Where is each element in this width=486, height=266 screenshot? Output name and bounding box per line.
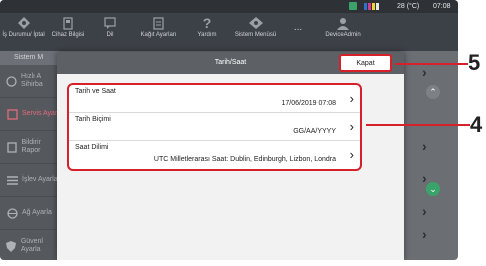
nav-language[interactable]: Dil — [89, 13, 131, 51]
function-icon — [6, 174, 18, 186]
scroll-up-icon[interactable]: ⌃ — [426, 85, 440, 99]
nav-help[interactable]: ? Yardım — [186, 13, 228, 51]
nav-system-menu[interactable]: Sistem Menüsü — [228, 13, 283, 51]
sidebar-item-network[interactable]: Ağ Ayarla — [0, 197, 60, 230]
row-value: 17/06/2019 07:08 — [281, 100, 337, 107]
sidebar-item-label: Güvenl Ayarla — [20, 238, 43, 253]
sidebar-item-function[interactable]: İşlev Ayarla — [0, 164, 60, 197]
service-icon — [6, 108, 18, 120]
scroll-down-icon[interactable]: ⌄ — [426, 182, 440, 196]
list-item-date-time[interactable]: Tarih ve Saat 17/06/2019 07:08 › — [69, 85, 360, 113]
paper-settings-icon — [152, 16, 166, 30]
chevron-right-icon[interactable]: › — [422, 203, 432, 219]
toner-level-icon — [364, 3, 379, 10]
nav-label: Dil — [106, 32, 114, 38]
nav-device-info[interactable]: Cihaz Bilgisi — [47, 13, 89, 51]
nav-label: İş Durumu/ İptal — [2, 32, 45, 38]
row-label: Saat Dilimi — [75, 144, 109, 151]
callout-number: 4 — [470, 112, 483, 137]
status-bar: 28 (°C) 07:08 — [0, 0, 458, 13]
row-value: GG/AA/YYYY — [293, 128, 336, 135]
temperature-readout: 28 (°C) — [397, 3, 420, 10]
sidebar-item-quick-setup[interactable]: Hızlı A Sihirba — [0, 65, 60, 98]
nav-job-status[interactable]: İş Durumu/ İptal — [0, 13, 47, 51]
list-item-time-zone[interactable]: Saat Dilimi UTC Milletlerarası Saat: Dub… — [69, 141, 360, 169]
top-navigation: İş Durumu/ İptal Cihaz Bilgisi Dil Kağıt… — [0, 13, 458, 51]
language-icon — [103, 16, 117, 30]
device-screen: 28 (°C) 07:08 İş Durumu/ İptal Cihaz Bil… — [0, 0, 458, 260]
sidebar: Sistem M Hızlı A Sihirba Servis Ayarı Bi… — [0, 51, 60, 260]
network-icon — [6, 207, 18, 219]
chevron-right-icon: › — [349, 119, 354, 134]
row-label: Tarih Biçimi — [75, 116, 111, 123]
wizard-icon — [6, 75, 17, 87]
chevron-right-icon: › — [349, 91, 354, 106]
sidebar-item-label: Bildirir Rapor — [21, 139, 41, 154]
user-icon — [336, 16, 350, 30]
nav-label: Cihaz Bilgisi — [51, 32, 85, 38]
sidebar-item-label: Servis Ayarı — [22, 110, 60, 117]
date-time-dialog: Tarih/Saat Kapat Tarih ve Saat 17/06/201… — [57, 52, 404, 260]
system-menu-icon — [248, 16, 263, 30]
more-icon: ... — [293, 22, 303, 33]
nav-label: Yardım — [197, 32, 217, 38]
nav-label: Kağıt Ayarları — [140, 32, 177, 38]
sidebar-item-label: Ağ Ayarla — [22, 209, 52, 216]
close-button[interactable]: Kapat — [339, 54, 392, 72]
clock: 07:08 — [433, 3, 451, 10]
callout-number: 5 — [468, 50, 481, 75]
sidebar-item-service[interactable]: Servis Ayarı — [0, 98, 60, 131]
callout-line — [395, 63, 468, 65]
dialog-header: Tarih/Saat Kapat — [57, 52, 404, 74]
report-icon — [6, 141, 17, 153]
nav-more[interactable]: ... — [283, 13, 313, 51]
job-status-icon — [17, 16, 31, 30]
home-status-icon — [349, 2, 357, 10]
sidebar-item-security[interactable]: Güvenl Ayarla — [0, 230, 60, 260]
sidebar-item-report[interactable]: Bildirir Rapor — [0, 131, 60, 164]
callout-line — [366, 124, 470, 126]
chevron-right-icon[interactable]: › — [422, 64, 432, 80]
nav-label: DeviceAdmin — [325, 32, 361, 38]
nav-label: Sistem Menüsü — [234, 32, 277, 38]
chevron-right-icon[interactable]: › — [422, 226, 432, 242]
help-icon: ? — [202, 14, 212, 31]
nav-user[interactable]: DeviceAdmin — [313, 13, 373, 51]
chevron-right-icon: › — [349, 147, 354, 162]
device-info-icon — [61, 16, 75, 30]
chevron-right-icon[interactable]: › — [422, 138, 432, 154]
row-value: UTC Milletlerarası Saat: Dublin, Edinbur… — [153, 156, 336, 163]
nav-paper-settings[interactable]: Kağıt Ayarları — [131, 13, 186, 51]
sidebar-item-label: İşlev Ayarla — [22, 176, 58, 183]
sidebar-header: Sistem M — [0, 51, 60, 65]
settings-list: Tarih ve Saat 17/06/2019 07:08 › Tarih B… — [67, 83, 362, 171]
row-label: Tarih ve Saat — [75, 88, 116, 95]
shield-icon — [6, 240, 17, 252]
sidebar-item-label: Hızlı A Sihirba — [21, 73, 43, 88]
list-item-date-format[interactable]: Tarih Biçimi GG/AA/YYYY › — [69, 113, 360, 141]
